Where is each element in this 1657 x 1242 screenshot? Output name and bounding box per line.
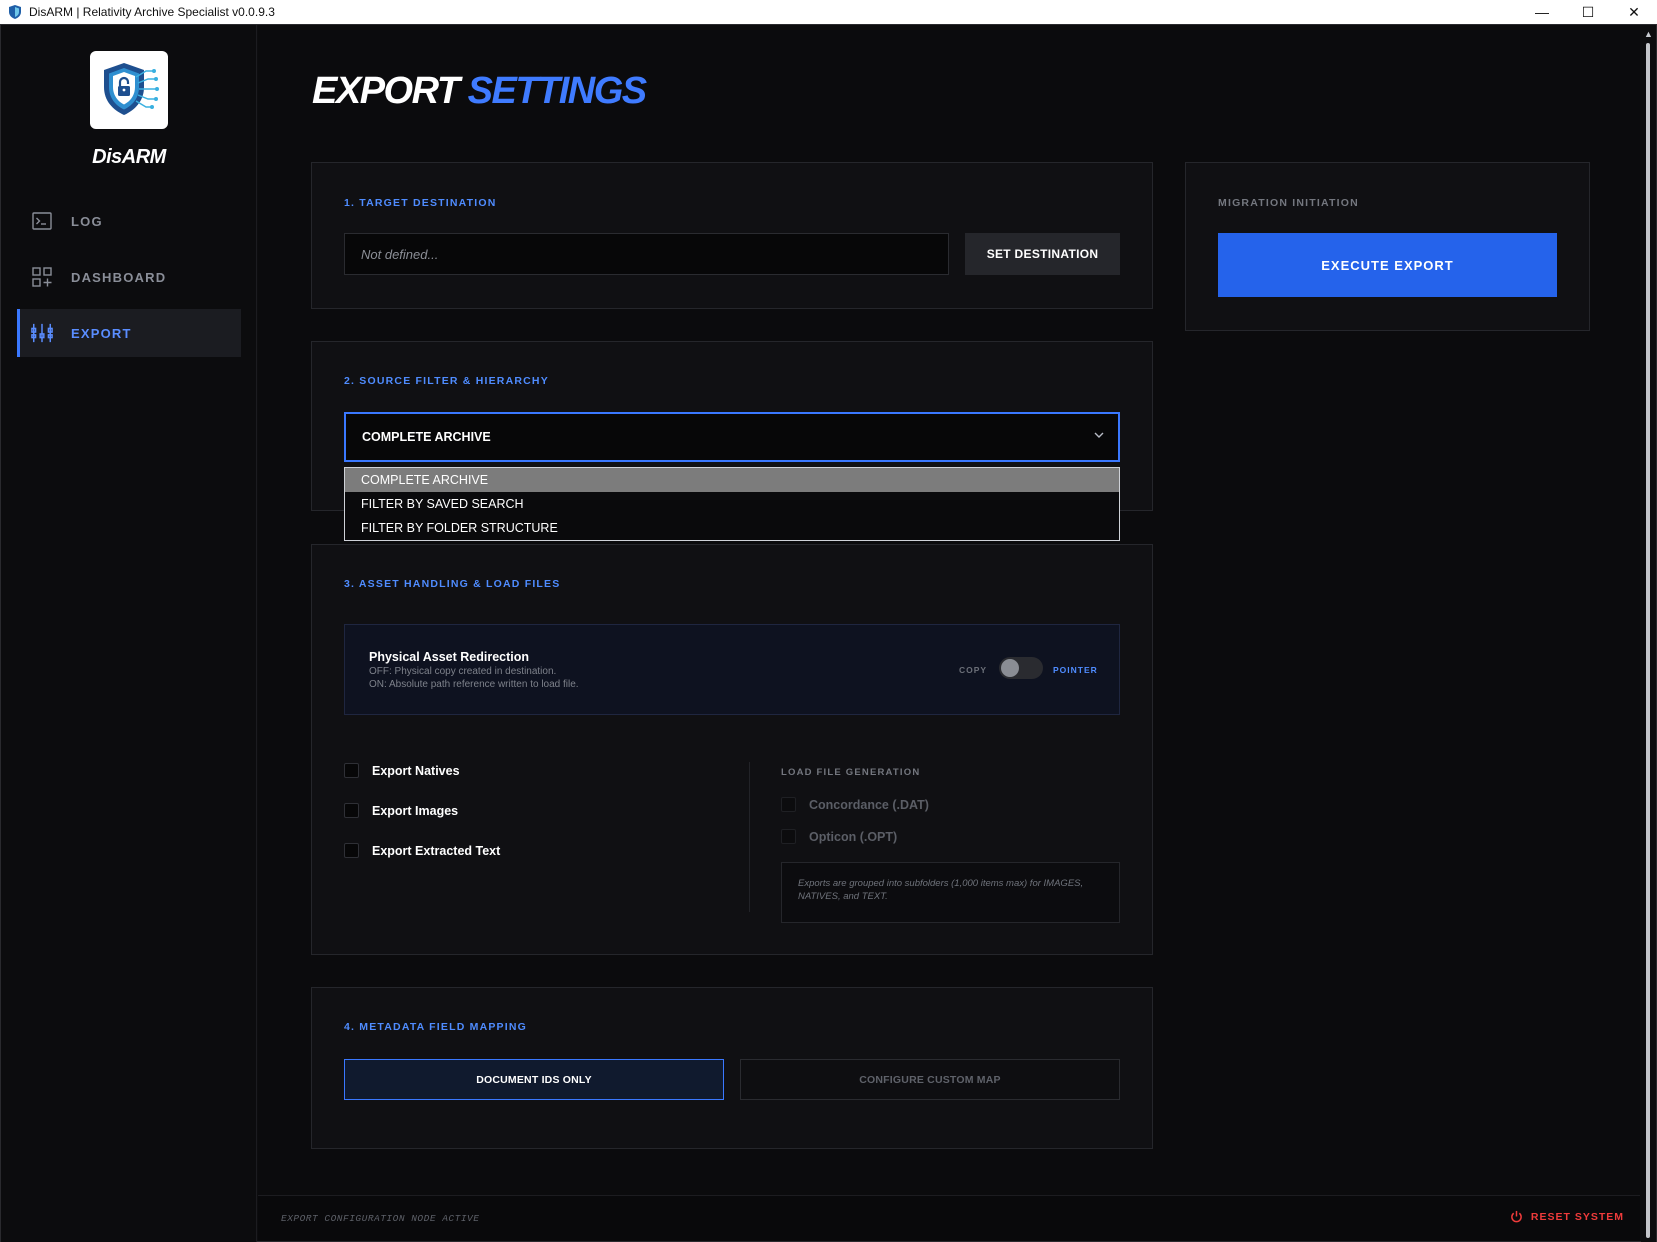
sidebar-item-dashboard[interactable]: DASHBOARD (17, 253, 241, 301)
load-file-title: LOAD FILE GENERATION (781, 767, 921, 778)
page-title: EXPORT SETTINGS (312, 70, 648, 113)
dropdown-option-folder-structure[interactable]: FILTER BY FOLDER STRUCTURE (345, 516, 1119, 540)
maximize-button[interactable]: ☐ (1565, 0, 1611, 24)
title-bar: DisARM | Relativity Archive Specialist v… (0, 0, 1657, 24)
target-destination-panel: 1. TARGET DESTINATION Not defined... SET… (311, 162, 1153, 309)
checkbox[interactable] (781, 829, 796, 844)
toggle-label-copy: COPY (959, 665, 988, 675)
section-title: 4. METADATA FIELD MAPPING (344, 1021, 528, 1033)
redirection-toggle[interactable] (999, 657, 1043, 679)
destination-path-field[interactable]: Not defined... (344, 233, 949, 275)
minimize-button[interactable]: — (1519, 0, 1565, 24)
section-title: 1. TARGET DESTINATION (344, 197, 497, 209)
checkbox[interactable] (781, 797, 796, 812)
checkbox-label: Opticon (.OPT) (809, 829, 898, 844)
subfolder-note: Exports are grouped into subfolders (1,0… (781, 862, 1120, 923)
column-divider (749, 762, 750, 912)
section-title: 3. ASSET HANDLING & LOAD FILES (344, 578, 561, 590)
export-extracted-text-checkbox[interactable]: Export Extracted Text (344, 843, 500, 858)
app-shield-icon (9, 5, 21, 19)
brand-name: DisARM (92, 146, 166, 168)
checkbox-label: Export Extracted Text (372, 843, 501, 858)
checkbox-label: Export Images (372, 803, 459, 818)
checkbox-label: Concordance (.DAT) (809, 797, 929, 812)
export-natives-checkbox[interactable]: Export Natives (344, 763, 460, 778)
page-title-accent: SETTINGS (467, 70, 648, 112)
scroll-up-icon[interactable]: ▲ (1643, 29, 1654, 39)
window-title: DisARM | Relativity Archive Specialist v… (29, 5, 275, 19)
configure-custom-map-button[interactable]: CONFIGURE CUSTOM MAP (740, 1059, 1120, 1100)
sidebar-item-label: LOG (71, 213, 103, 229)
checkbox-label: Export Natives (372, 763, 460, 778)
opticon-checkbox[interactable]: Opticon (.OPT) (781, 829, 897, 844)
sidebar-item-export[interactable]: EXPORT (17, 309, 241, 357)
checkbox[interactable] (344, 803, 359, 818)
metadata-mapping-panel: 4. METADATA FIELD MAPPING DOCUMENT IDS O… (311, 987, 1153, 1149)
sidebar: DisARM LOG DASHBOARD EXPORT (1, 25, 257, 1242)
checkbox[interactable] (344, 763, 359, 778)
sliders-icon (31, 322, 53, 344)
redirection-desc-on: ON: Absolute path reference written to l… (369, 679, 579, 690)
app-logo (90, 51, 168, 129)
redirection-desc-off: OFF: Physical copy created in destinatio… (369, 666, 557, 677)
export-images-checkbox[interactable]: Export Images (344, 803, 458, 818)
status-bar: EXPORT CONFIGURATION NODE ACTIVE RESET S… (258, 1195, 1640, 1241)
reset-system-button[interactable]: RESET SYSTEM (1510, 1210, 1624, 1223)
execute-export-button[interactable]: EXECUTE EXPORT (1218, 233, 1557, 297)
toggle-knob (1001, 659, 1019, 677)
migration-panel: MIGRATION INITIATION EXECUTE EXPORT (1185, 162, 1590, 331)
asset-redirection-card: Physical Asset Redirection OFF: Physical… (344, 624, 1120, 715)
sidebar-item-log[interactable]: LOG (17, 197, 241, 245)
reset-label: RESET SYSTEM (1530, 1210, 1624, 1223)
redirection-title: Physical Asset Redirection (369, 650, 530, 664)
section-title: MIGRATION INITIATION (1218, 197, 1359, 209)
status-text: EXPORT CONFIGURATION NODE ACTIVE (281, 1213, 480, 1224)
vertical-scrollbar[interactable]: ▲ (1641, 25, 1656, 1242)
asset-handling-panel: 3. ASSET HANDLING & LOAD FILES Physical … (311, 544, 1153, 955)
power-icon (1511, 1210, 1522, 1223)
page-title-primary: EXPORT (312, 70, 460, 112)
sidebar-item-label: DASHBOARD (71, 269, 167, 285)
concordance-checkbox[interactable]: Concordance (.DAT) (781, 797, 929, 812)
toggle-label-pointer: POINTER (1053, 665, 1098, 675)
select-value: COMPLETE ARCHIVE (362, 430, 491, 444)
terminal-icon (31, 210, 53, 232)
shield-circuit-icon (104, 63, 159, 115)
chevron-down-icon (1094, 432, 1104, 438)
sidebar-item-label: EXPORT (71, 325, 132, 341)
source-filter-dropdown: COMPLETE ARCHIVE FILTER BY SAVED SEARCH … (344, 467, 1120, 541)
source-filter-select[interactable]: COMPLETE ARCHIVE (344, 412, 1120, 462)
dropdown-option-saved-search[interactable]: FILTER BY SAVED SEARCH (345, 492, 1119, 516)
dropdown-option-complete-archive[interactable]: COMPLETE ARCHIVE (345, 468, 1119, 492)
section-title: 2. SOURCE FILTER & HIERARCHY (344, 375, 549, 387)
set-destination-button[interactable]: SET DESTINATION (965, 233, 1120, 275)
scroll-thumb[interactable] (1646, 43, 1650, 1238)
document-ids-only-button[interactable]: DOCUMENT IDS ONLY (344, 1059, 724, 1100)
checkbox[interactable] (344, 843, 359, 858)
grid-add-icon (31, 266, 53, 288)
close-button[interactable]: ✕ (1611, 0, 1657, 24)
